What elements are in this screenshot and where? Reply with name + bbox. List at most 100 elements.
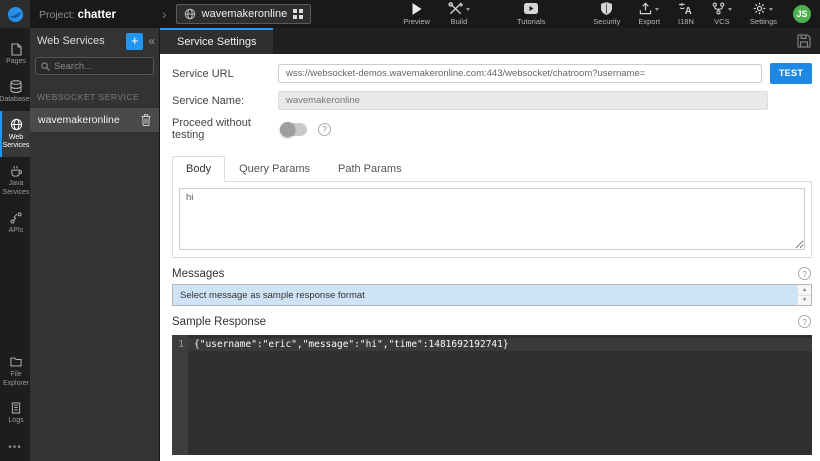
more-options-button[interactable]: ••• [0, 432, 30, 461]
save-icon[interactable] [797, 34, 811, 48]
tab-path-params[interactable]: Path Params [324, 156, 416, 182]
user-avatar[interactable]: JS [793, 5, 811, 23]
add-service-button[interactable]: + [126, 32, 144, 50]
scroll-up-icon[interactable]: ▲ [798, 285, 811, 295]
vcs-button[interactable]: VCS [712, 2, 732, 26]
workspace: Pages Databases Web Services Java Servic… [0, 28, 820, 461]
rail-label: Web Services [2, 133, 30, 150]
proceed-without-testing-row: Proceed without testing ? [172, 117, 812, 141]
tab-body[interactable]: Body [172, 156, 226, 182]
sidebar-item-logs[interactable]: Logs [0, 394, 30, 432]
sidebar-item-pages[interactable]: Pages [0, 35, 30, 73]
tab-service-settings[interactable]: Service Settings [160, 28, 274, 54]
listbox-scrollbar[interactable]: ▲ ▼ [797, 285, 811, 305]
sidebar-item-apis[interactable]: APIs [0, 204, 30, 242]
i18n-button[interactable]: A I18N [678, 2, 694, 26]
service-settings-content: Service URL TEST Service Name: Proceed w… [160, 54, 820, 461]
rail-label: Pages [6, 58, 26, 65]
web-services-panel: Web Services + « WEBSOCKET SERVICE wavem… [30, 28, 160, 461]
code-area[interactable]: {"username":"eric","message":"hi","time"… [188, 335, 812, 455]
grid-icon[interactable] [293, 9, 304, 19]
svg-text:A: A [685, 6, 692, 15]
panel-title: Web Services [37, 35, 105, 47]
preview-button[interactable]: Preview [403, 2, 430, 26]
trash-icon[interactable] [141, 114, 151, 126]
settings-button[interactable]: Settings [750, 2, 777, 26]
sample-response-header: Sample Response ? [172, 315, 812, 328]
search-icon [41, 61, 50, 71]
messages-header: Messages ? [172, 267, 812, 280]
wavemaker-logo-icon [7, 6, 24, 23]
tutorials-button[interactable]: Tutorials [517, 2, 545, 26]
proceed-toggle[interactable] [280, 121, 307, 137]
collapse-panel-button[interactable]: « [148, 34, 155, 48]
line-number-gutter: 1 [172, 335, 188, 455]
test-button[interactable]: TEST [769, 63, 812, 84]
toggle-knob [280, 121, 295, 137]
chevron-right-icon: › [161, 6, 167, 22]
help-icon[interactable]: ? [798, 315, 811, 328]
scroll-down-icon[interactable]: ▼ [798, 294, 811, 306]
globe-icon [10, 118, 23, 132]
settings-label: Settings [749, 17, 777, 26]
request-param-tabs: Body Query Params Path Params [172, 156, 812, 182]
database-icon [10, 80, 22, 94]
export-button[interactable]: Export [638, 2, 660, 26]
service-name-row: Service Name: [172, 91, 812, 110]
apis-nodes-icon [10, 211, 22, 225]
video-icon [524, 2, 539, 15]
tools-icon [448, 2, 463, 15]
sidebar-item-databases[interactable]: Databases [0, 73, 33, 111]
tab-label: Service Settings [177, 36, 257, 48]
websocket-service-section-title: WEBSOCKET SERVICE [37, 92, 140, 102]
build-label: Build [450, 17, 468, 26]
vcs-label: VCS [714, 17, 730, 26]
main-area: Service Settings Service URL TEST Servic… [160, 28, 820, 461]
sample-response-editor[interactable]: 1 {"username":"eric","message":"hi","tim… [172, 335, 812, 455]
body-tab-panel: hi [172, 182, 812, 258]
chevron-down-icon [727, 8, 732, 13]
service-tab-wavemakeronline[interactable]: wavemakeronline [175, 4, 312, 24]
wavemaker-logo[interactable] [0, 0, 30, 28]
chevron-down-icon [655, 8, 660, 13]
sidebar-item-file-explorer[interactable]: File Explorer [0, 348, 30, 395]
body-textarea[interactable]: hi [179, 188, 805, 250]
topbar: Project: chatter › wavemakeronline Previe… [0, 0, 820, 28]
security-button[interactable]: Security [593, 2, 620, 26]
service-item-name: wavemakeronline [38, 114, 120, 126]
sidebar-item-java-services[interactable]: Java Services [0, 157, 30, 204]
left-icon-rail: Pages Databases Web Services Java Servic… [0, 28, 33, 461]
rail-label: Java Services [2, 180, 30, 196]
export-label: Export [638, 17, 661, 26]
branch-icon [712, 2, 725, 15]
tab-query-params[interactable]: Query Params [225, 156, 324, 182]
tutorials-label: Tutorials [516, 17, 546, 26]
help-icon[interactable]: ? [318, 122, 331, 136]
messages-title: Messages [172, 267, 225, 280]
page-icon [10, 42, 22, 56]
globe-icon [184, 8, 196, 20]
chevron-down-icon [465, 8, 470, 13]
sidebar-item-web-services[interactable]: Web Services [0, 110, 30, 157]
project-name: chatter [77, 9, 116, 21]
security-label: Security [593, 17, 621, 26]
service-url-input[interactable] [278, 64, 762, 83]
help-icon[interactable]: ? [798, 267, 811, 280]
translate-icon: A [679, 2, 693, 15]
service-search-input[interactable] [54, 60, 148, 72]
service-url-label: Service URL [172, 67, 234, 80]
messages-listbox[interactable]: Select message as sample response format… [172, 284, 812, 306]
project-label: Project: [39, 9, 75, 21]
messages-selected-option[interactable]: Select message as sample response format [173, 285, 797, 305]
export-icon [639, 2, 652, 15]
build-button[interactable]: Build [448, 2, 470, 26]
rail-label: Logs [8, 417, 24, 425]
service-search-box[interactable] [35, 57, 154, 75]
proceed-label: Proceed without testing [172, 117, 251, 141]
rail-label: APIs [8, 226, 24, 234]
rail-label: Databases [0, 95, 33, 103]
code-line: {"username":"eric","message":"hi","time"… [188, 338, 812, 351]
service-list-item-wavemakeronline[interactable]: wavemakeronline [30, 108, 159, 132]
editor-tabbar: Service Settings [160, 28, 820, 54]
rail-spacer [0, 241, 30, 348]
